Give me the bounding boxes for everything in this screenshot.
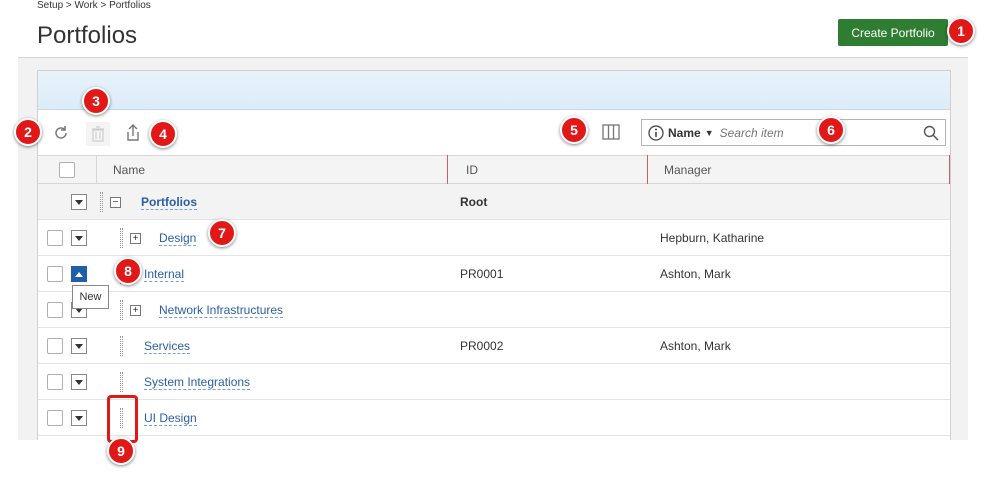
row-menu-button[interactable]	[71, 338, 87, 354]
row-name-link[interactable]: Internal	[144, 267, 185, 282]
delete-icon[interactable]	[86, 122, 110, 146]
refresh-icon[interactable]	[51, 123, 71, 143]
search-icon[interactable]	[923, 125, 939, 141]
callout-marker: 6	[817, 116, 845, 144]
info-icon[interactable]	[648, 124, 664, 141]
column-resize-handle[interactable]	[949, 155, 950, 184]
caret-down-icon[interactable]: ▼	[705, 128, 714, 138]
callout-highlight-box	[107, 395, 138, 443]
column-header-id[interactable]: ID	[448, 155, 648, 184]
table-row[interactable]: + Network Infrastructures	[38, 292, 950, 328]
table-row[interactable]: Internal PR0001 Ashton, Mark	[38, 256, 950, 292]
column-id-label: ID	[466, 162, 478, 177]
callout-marker: 5	[560, 116, 588, 144]
row-checkbox[interactable]	[47, 302, 63, 318]
row-menu-button[interactable]	[71, 374, 87, 390]
row-checkbox[interactable]	[47, 374, 63, 390]
caret-down-icon	[75, 199, 83, 205]
column-resize-handle[interactable]	[647, 155, 648, 184]
new-tooltip: New	[72, 285, 109, 309]
callout-marker: 4	[149, 120, 177, 148]
row-manager: Hepburn, Katharine	[660, 231, 765, 245]
row-id: Root	[460, 195, 488, 209]
expand-icon[interactable]: +	[130, 304, 141, 316]
select-all-header	[38, 155, 96, 184]
row-checkbox[interactable]	[47, 338, 63, 354]
row-name-link[interactable]: Portfolios	[141, 195, 197, 210]
row-checkbox[interactable]	[47, 266, 63, 282]
row-id: PR0002	[460, 339, 504, 353]
expand-icon[interactable]: +	[130, 232, 141, 244]
callout-marker: 3	[82, 87, 110, 115]
search-input[interactable]	[719, 125, 890, 140]
select-all-checkbox[interactable]	[59, 161, 75, 178]
callout-marker: 9	[107, 437, 135, 465]
row-id: PR0001	[460, 267, 504, 281]
column-resize-handle[interactable]	[447, 155, 448, 184]
table-row[interactable]: System Integrations	[38, 364, 950, 400]
callout-marker: 7	[208, 219, 236, 247]
row-menu-button[interactable]	[71, 410, 87, 426]
search-box: Name ▼	[641, 119, 946, 146]
table-row[interactable]: Services PR0002 Ashton, Mark	[38, 328, 950, 364]
table-row[interactable]: − Portfolios Root	[38, 184, 950, 220]
table-row[interactable]: + Design Hepburn, Katharine	[38, 220, 950, 256]
create-portfolio-button[interactable]: Create Portfolio	[838, 19, 948, 46]
row-manager: Ashton, Mark	[660, 339, 731, 353]
drag-handle-icon[interactable]	[100, 192, 103, 212]
row-menu-button[interactable]	[71, 194, 87, 210]
caret-down-icon	[75, 415, 83, 421]
drag-handle-icon[interactable]	[120, 300, 123, 320]
row-name-link[interactable]: System Integrations	[144, 375, 251, 390]
column-header-name[interactable]: Name	[96, 155, 448, 184]
row-name-link[interactable]: Design	[159, 231, 197, 246]
drag-handle-icon[interactable]	[120, 372, 123, 392]
row-name-link[interactable]: UI Design	[144, 411, 197, 426]
grid-header-band	[38, 71, 950, 110]
drag-handle-icon[interactable]	[120, 336, 123, 356]
row-checkbox[interactable]	[47, 410, 63, 426]
row-checkbox[interactable]	[47, 230, 63, 246]
caret-down-icon	[75, 343, 83, 349]
row-menu-button[interactable]	[71, 230, 87, 246]
row-name-link[interactable]: Network Infrastructures	[159, 303, 284, 318]
page-title: Portfolios	[37, 22, 138, 49]
column-header-manager[interactable]: Manager	[648, 155, 950, 184]
caret-down-icon	[75, 379, 83, 385]
caret-up-icon	[75, 271, 83, 277]
columns-icon[interactable]	[601, 122, 621, 142]
row-name-link[interactable]: Services	[144, 339, 191, 354]
callout-marker: 2	[14, 118, 42, 146]
callout-marker: 1	[947, 17, 975, 45]
collapse-icon[interactable]: −	[110, 196, 121, 208]
table-row[interactable]: UI Design	[38, 400, 950, 436]
export-icon[interactable]	[123, 123, 143, 143]
drag-handle-icon[interactable]	[120, 228, 123, 248]
search-field-selector[interactable]: Name	[668, 126, 701, 140]
breadcrumb: Setup > Work > Portfolios	[37, 0, 151, 11]
column-manager-label: Manager	[664, 162, 712, 177]
callout-marker: 8	[114, 257, 142, 285]
row-manager: Ashton, Mark	[660, 267, 731, 281]
row-menu-button-open[interactable]	[71, 266, 87, 282]
caret-down-icon	[75, 235, 83, 241]
column-name-label: Name	[113, 162, 146, 177]
